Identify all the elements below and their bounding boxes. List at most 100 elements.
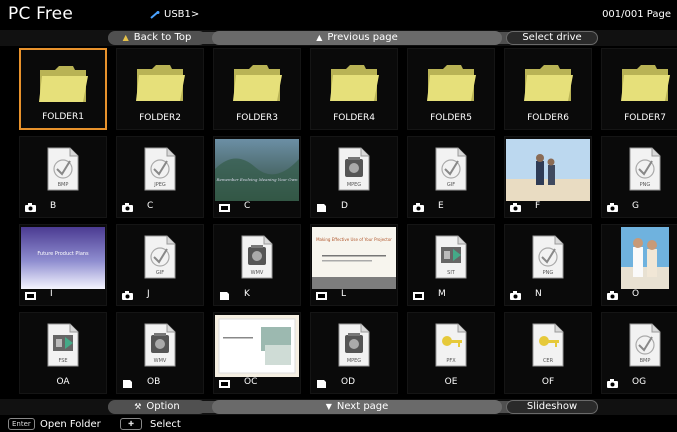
camera-icon — [607, 379, 618, 388]
file-tile[interactable]: WMV K — [213, 224, 301, 306]
video-file-icon: WMV — [144, 323, 176, 367]
photo-thumbnail: Remember Evolving Meaning Your Own — [215, 139, 299, 201]
enter-hint: Open Folder — [40, 419, 101, 430]
file-tile[interactable]: FOLDER3 — [213, 48, 301, 130]
file-tile[interactable]: JPEG C — [116, 136, 204, 218]
folder-icon — [524, 65, 573, 101]
back-to-top-button[interactable]: ▲ Back to Top — [108, 31, 206, 45]
file-name: OA — [56, 377, 70, 387]
svg-text:WMV: WMV — [251, 270, 264, 276]
file-name: OC — [244, 377, 258, 387]
svg-text:Remember Evolving Meaning Your: Remember Evolving Meaning Your Own — [215, 177, 298, 182]
svg-text:GIF: GIF — [447, 182, 455, 188]
svg-text:MPEG: MPEG — [347, 182, 361, 188]
file-tile[interactable]: BMP OG — [601, 312, 677, 394]
previous-page-label: Previous page — [327, 32, 398, 43]
folder-icon — [621, 65, 670, 101]
movie-icon — [317, 380, 326, 388]
svg-text:Future Product Plans: Future Product Plans — [37, 251, 89, 257]
file-tile[interactable]: GIF J — [116, 224, 204, 306]
file-tile[interactable]: FSE OA — [19, 312, 107, 394]
file-tile[interactable]: MPEG D — [310, 136, 398, 218]
file-tile[interactable]: Remember Evolving Meaning Your Own C — [213, 136, 301, 218]
image-file-icon: GIF — [435, 147, 467, 191]
file-tile[interactable]: FOLDER7 — [601, 48, 677, 130]
image-file-icon: GIF — [144, 235, 176, 279]
folder-icon — [233, 65, 282, 101]
image-file-icon: PNG — [629, 147, 661, 191]
arrow-down-icon: ▼ — [325, 402, 332, 411]
video-file-icon: WMV — [241, 235, 273, 279]
file-tile[interactable]: PNG N — [504, 224, 592, 306]
slide-thumbnail: Making Effective Use of Your Projector — [312, 227, 396, 289]
certificate-file-icon: PFX — [435, 323, 467, 367]
svg-text:GIF: GIF — [156, 270, 164, 276]
file-name: G — [632, 201, 639, 211]
select-drive-button[interactable]: Select drive — [506, 31, 598, 45]
file-tile[interactable]: FOLDER4 — [310, 48, 398, 130]
file-name: C — [244, 201, 251, 211]
arrows-hint: Select — [150, 419, 181, 430]
title-bar: PC Free USB1> 001/001 Page — [0, 0, 677, 28]
file-tile[interactable]: PNG G — [601, 136, 677, 218]
slide-thumbnail: Future Product Plans — [21, 227, 105, 289]
file-name: FOLDER4 — [333, 113, 375, 123]
file-name: FOLDER3 — [236, 113, 278, 123]
svg-text:PNG: PNG — [640, 182, 651, 188]
folder-icon — [427, 65, 476, 101]
video-file-icon: MPEG — [338, 147, 370, 191]
camera-icon — [122, 291, 133, 300]
image-file-icon: BMP — [629, 323, 661, 367]
file-tile[interactable]: PFX OE — [407, 312, 495, 394]
slideshow-icon — [219, 380, 230, 388]
svg-text:BMP: BMP — [640, 358, 651, 364]
svg-text:WMV: WMV — [154, 358, 167, 364]
slideshow-icon — [25, 292, 36, 300]
folder-icon — [39, 66, 88, 102]
slideshow-button[interactable]: Slideshow — [506, 400, 598, 414]
file-tile[interactable]: BMP B — [19, 136, 107, 218]
file-name: K — [244, 289, 250, 299]
top-button-bar: ▲ Back to Top ▲ Previous page Select drive — [0, 30, 677, 46]
svg-text:PFX: PFX — [446, 358, 456, 364]
file-tile[interactable]: FOLDER5 — [407, 48, 495, 130]
svg-text:CER: CER — [543, 358, 554, 364]
page-indicator: 001/001 Page — [602, 9, 671, 20]
file-tile[interactable]: Making Effective Use of Your Projector L — [310, 224, 398, 306]
wrench-icon: ⚒ — [134, 402, 142, 411]
svg-text:PNG: PNG — [543, 270, 554, 276]
file-tile[interactable]: MPEG OD — [310, 312, 398, 394]
file-tile[interactable]: WMV OB — [116, 312, 204, 394]
file-name: B — [50, 201, 57, 211]
file-tile[interactable]: CER OF — [504, 312, 592, 394]
file-tile[interactable]: GIF E — [407, 136, 495, 218]
svg-text:BMP: BMP — [58, 182, 69, 188]
status-bar: Enter Open Folder ✚ Select — [0, 416, 677, 432]
file-tile[interactable]: Future Product Plans I — [19, 224, 107, 306]
slideshow-icon — [219, 204, 230, 212]
option-button[interactable]: ⚒ Option — [108, 400, 206, 414]
file-tile[interactable]: SIT M — [407, 224, 495, 306]
app-title: PC Free — [8, 4, 74, 24]
file-tile[interactable]: FOLDER1 — [19, 48, 107, 130]
slideshow-label: Slideshow — [526, 401, 578, 412]
file-tile[interactable]: FOLDER2 — [116, 48, 204, 130]
svg-text:JPEG: JPEG — [153, 182, 166, 188]
file-tile[interactable]: F — [504, 136, 592, 218]
movie-icon — [220, 292, 229, 300]
next-page-button[interactable]: ▼ Next page — [212, 400, 502, 414]
file-name: E — [438, 201, 444, 211]
svg-text:Making Effective Use of Your P: Making Effective Use of Your Projector — [316, 237, 392, 242]
file-tile[interactable]: O — [601, 224, 677, 306]
video-file-icon: MPEG — [338, 323, 370, 367]
file-tile[interactable]: FOLDER6 — [504, 48, 592, 130]
option-label: Option — [146, 401, 180, 412]
folder-icon — [330, 65, 379, 101]
camera-icon — [122, 203, 133, 212]
usb-icon — [150, 10, 160, 19]
image-file-icon: BMP — [47, 147, 79, 191]
file-name: N — [535, 289, 542, 299]
file-tile[interactable]: OC — [213, 312, 301, 394]
movie-icon — [317, 204, 326, 212]
previous-page-button[interactable]: ▲ Previous page — [212, 31, 502, 45]
